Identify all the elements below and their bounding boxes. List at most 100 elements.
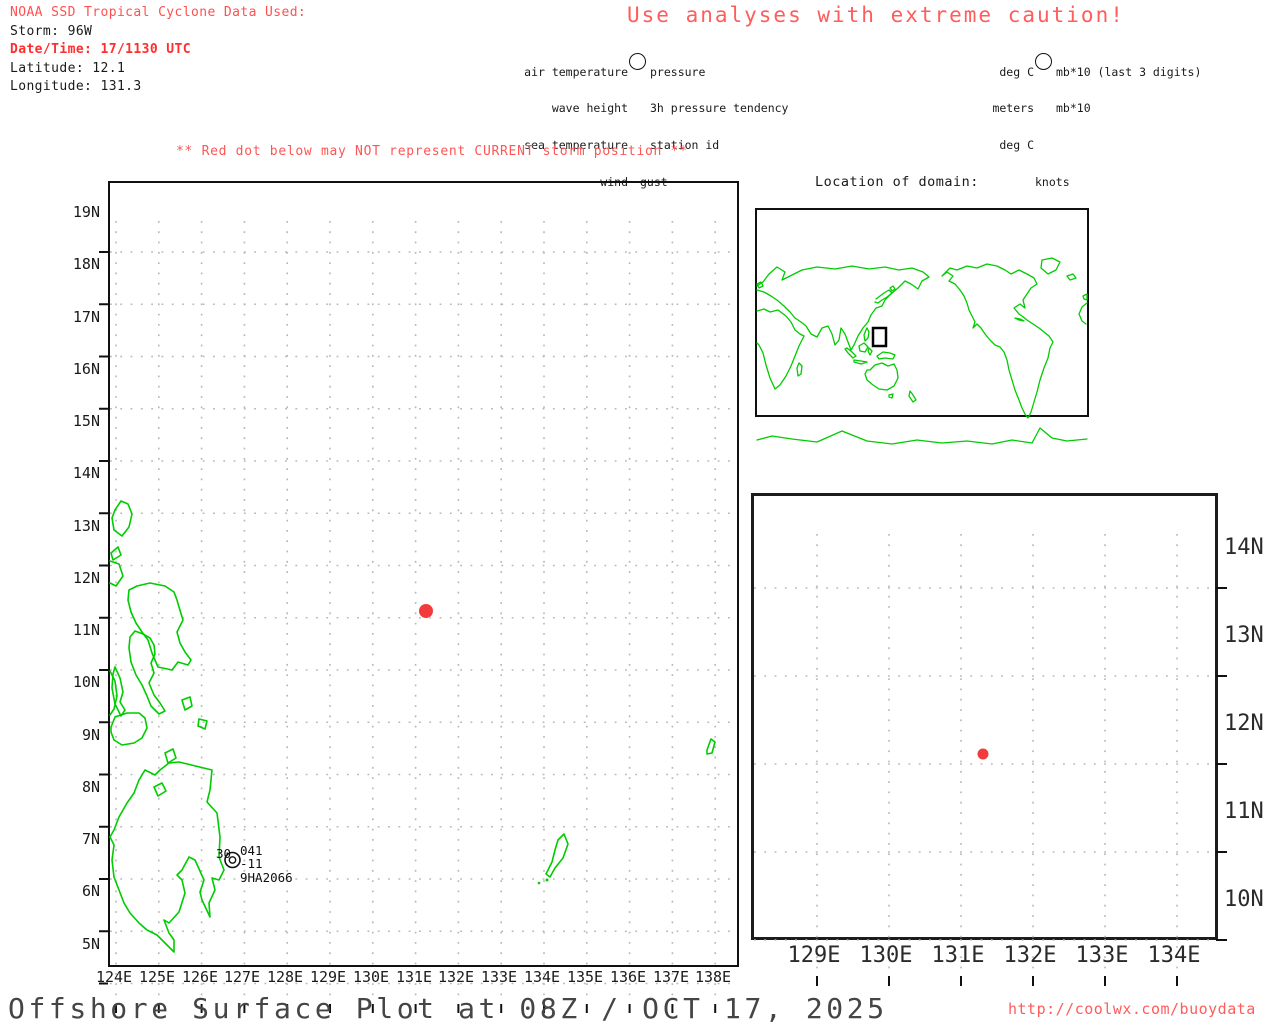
- coast-samar: [127, 582, 192, 671]
- lat-tick-label: 8N: [81, 778, 100, 796]
- caution-text: Use analyses with extreme caution!: [627, 3, 1125, 27]
- zoom-lon-tick-label: 131E: [931, 943, 985, 968]
- station-circle-icon: [629, 53, 646, 70]
- header-longitude: Longitude: 131.3: [10, 79, 142, 94]
- zoom-lat-tick-label: 10N: [1224, 887, 1264, 912]
- lat-tick-label: 11N: [72, 621, 100, 639]
- lon-tick-label: 127E: [223, 968, 261, 986]
- zoom-map-canvas: [754, 534, 1227, 986]
- lon-tick-label: 128E: [266, 968, 304, 986]
- lat-tick-label: 6N: [81, 882, 100, 900]
- station-plot: 30 041 -11 9HA2066: [216, 843, 293, 885]
- warning-text: ** Red dot below may NOT represent CURRE…: [176, 144, 688, 159]
- lat-tick-label: 14N: [72, 464, 100, 482]
- header-noaa-line: NOAA SSD Tropical Cyclone Data Used:: [10, 5, 307, 20]
- world-map-canvas: [756, 257, 1088, 445]
- storm-dot: [419, 604, 433, 618]
- zoom-lat-tick-label: 12N: [1224, 711, 1264, 736]
- coast-palau-dot: [537, 881, 541, 885]
- lon-tick-label: 129E: [309, 968, 347, 986]
- station-id: 9HA2066: [240, 870, 293, 885]
- legend-wave-height-label: wave height: [551, 101, 628, 116]
- footer-url: http://coolwx.com/buoydata: [1008, 1000, 1256, 1018]
- coast-camotes: [181, 696, 193, 711]
- header-datetime: Date/Time: 17/1130 UTC: [10, 42, 191, 57]
- zoom-lon-tick-label: 132E: [1003, 943, 1057, 968]
- inset-title: Location of domain:: [815, 174, 979, 190]
- zoom-lon-tick-label: 134E: [1147, 943, 1201, 968]
- lat-tick-label: 19N: [72, 203, 100, 221]
- units-legend-row: deg C mb*10 (last 3 digits): [934, 64, 1202, 79]
- zoom-lat-tick-label: 14N: [1224, 535, 1264, 560]
- header-storm: Storm: 96W: [10, 24, 93, 39]
- zoom-storm-dot: [977, 748, 989, 760]
- station-legend: air temperature pressure wave height 3h …: [513, 41, 788, 201]
- lon-tick-label: 138E: [694, 968, 732, 986]
- lat-tick-label: 9N: [81, 726, 100, 744]
- coast-islet: [110, 546, 122, 561]
- station-tendency: -11: [240, 856, 263, 871]
- lat-tick-label: 7N: [81, 830, 100, 848]
- lat-tick-label: 18N: [72, 255, 100, 273]
- coast-islet3: [153, 782, 167, 797]
- lon-tick-label: 124E: [95, 968, 133, 986]
- legend-pressure-tendency-label: 3h pressure tendency: [650, 101, 789, 116]
- header-latitude: Latitude: 12.1: [10, 61, 126, 76]
- coast-islet2: [197, 718, 208, 730]
- legend-air-temperature-label: air temperature: [524, 64, 628, 79]
- lat-tick-label: 17N: [72, 308, 100, 326]
- coast-palau: [545, 833, 569, 878]
- legend-degc-label: deg C: [999, 64, 1034, 79]
- coast-bohol: [110, 712, 148, 746]
- coast-mindanao: [109, 761, 225, 953]
- units-circle-icon: [1035, 53, 1052, 70]
- lat-tick-label: 15N: [72, 412, 100, 430]
- lon-tick-label: 132E: [437, 968, 475, 986]
- station-legend-row: wave height 3h pressure tendency: [513, 101, 789, 116]
- zoom-lon-tick-label: 129E: [787, 943, 841, 968]
- zoom-lat-tick-label: 11N: [1224, 799, 1264, 824]
- legend-mb10-label: mb*10: [1056, 101, 1091, 116]
- zoom-lat-tick-label: 13N: [1224, 623, 1264, 648]
- lat-tick-label: 16N: [72, 360, 100, 378]
- zoom-lon-tick-label: 130E: [859, 943, 913, 968]
- coast-yap: [706, 738, 716, 755]
- station-legend-row: air temperature pressure: [513, 64, 788, 79]
- footer-title: Offshore Surface Plot at 08Z / OCT 17, 2…: [8, 992, 888, 1025]
- main-map: 30 041 -11 9HA2066: [99, 181, 739, 1013]
- lon-tick-label: 125E: [138, 968, 176, 986]
- coast-catanduanes: [111, 500, 133, 537]
- zoom-map: [751, 493, 1227, 986]
- lon-tick-label: 137E: [652, 968, 690, 986]
- coastlines: [109, 500, 716, 953]
- lat-tick-label: 13N: [72, 517, 100, 535]
- world-coastlines: [756, 257, 1088, 445]
- domain-box: [871, 326, 888, 348]
- units-legend-row: deg C: [934, 138, 1201, 153]
- station-air-temp: 30: [216, 846, 231, 861]
- world-map-inset: [755, 208, 1089, 445]
- main-map-canvas: 30 041 -11 9HA2066: [99, 221, 737, 1013]
- lat-tick-label: 5N: [81, 935, 100, 953]
- legend-meters-label: meters: [992, 101, 1034, 116]
- legend-degc2-label: deg C: [999, 138, 1034, 153]
- lon-tick-label: 136E: [609, 968, 647, 986]
- lat-tick-label: 10N: [72, 673, 100, 691]
- lat-tick-label: 12N: [72, 569, 100, 587]
- zoom-lon-tick-label: 133E: [1075, 943, 1129, 968]
- lon-tick-label: 126E: [181, 968, 219, 986]
- legend-knots-label: knots: [1035, 175, 1070, 190]
- coast-dinagat: [164, 748, 177, 764]
- lon-tick-label: 131E: [395, 968, 433, 986]
- lon-tick-label: 135E: [566, 968, 604, 986]
- main-map-ticks: [99, 251, 717, 1013]
- coast-leyte: [128, 630, 166, 715]
- lon-tick-label: 133E: [480, 968, 518, 986]
- coast-palau-dot: [545, 878, 549, 882]
- legend-mb10-last3-label: mb*10 (last 3 digits): [1056, 64, 1202, 79]
- legend-pressure-label: pressure: [650, 64, 706, 79]
- zoom-map-ticks: [816, 587, 1227, 986]
- lon-tick-label: 134E: [523, 968, 561, 986]
- units-legend-row: meters mb*10: [934, 101, 1201, 116]
- lon-tick-label: 130E: [352, 968, 390, 986]
